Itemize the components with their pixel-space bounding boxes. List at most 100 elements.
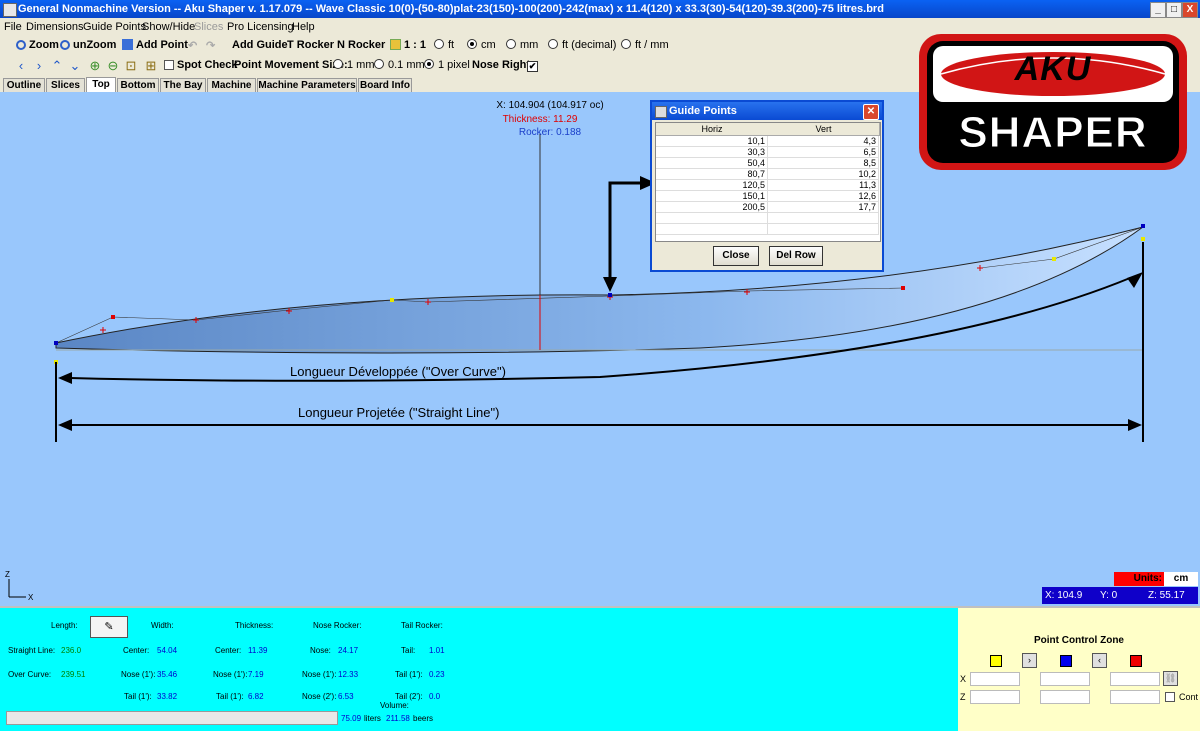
undo-button[interactable]: ↶ bbox=[188, 39, 197, 52]
add-guide-button[interactable]: Add Guide bbox=[232, 39, 288, 51]
units-label: Units: bbox=[1114, 572, 1164, 586]
empty-cell[interactable] bbox=[656, 213, 768, 224]
move-01mm-radio[interactable]: 0.1 mm bbox=[374, 59, 425, 71]
cont-checkbox[interactable] bbox=[1165, 692, 1175, 702]
horiz-cell[interactable]: 50,4 bbox=[656, 158, 768, 169]
unit-mm-radio[interactable]: mm bbox=[506, 39, 538, 51]
menu-dimensions[interactable]: Dimensions bbox=[26, 21, 83, 33]
tab-outline[interactable]: Outline bbox=[3, 78, 45, 92]
thick-nose-value: 7.19 bbox=[248, 670, 264, 679]
menu-guide-points[interactable]: Guide Points bbox=[83, 21, 146, 33]
arrow-up-icon[interactable]: ⌃ bbox=[50, 59, 64, 73]
straight-head-right bbox=[1128, 419, 1142, 431]
vert-cell[interactable]: 12,6 bbox=[768, 191, 879, 202]
vert-cell[interactable]: 8,5 bbox=[768, 158, 879, 169]
add-point-button[interactable]: Add Point bbox=[122, 39, 188, 51]
n-rocker-button[interactable]: N Rocker bbox=[337, 39, 385, 51]
yellow-x-input[interactable] bbox=[970, 672, 1020, 686]
horiz-cell[interactable]: 200,5 bbox=[656, 202, 768, 213]
unit-ft-mm-radio[interactable]: ft / mm bbox=[621, 39, 669, 51]
tab-the-bay[interactable]: The Bay bbox=[160, 78, 206, 92]
minimize-button[interactable]: _ bbox=[1150, 2, 1166, 18]
vert-cell[interactable]: 4,3 bbox=[768, 136, 879, 147]
horiz-cell[interactable]: 80,7 bbox=[656, 169, 768, 180]
close-button[interactable]: Close bbox=[713, 246, 759, 266]
zoom-out-icon[interactable]: ⊖ bbox=[106, 59, 120, 73]
horiz-cell[interactable]: 10,1 bbox=[656, 136, 768, 147]
red-z-input[interactable] bbox=[1110, 690, 1160, 704]
zoom-button[interactable]: Zoom bbox=[16, 39, 59, 51]
link-icon[interactable]: ⛓ bbox=[1163, 671, 1178, 686]
scale-button[interactable]: 1 : 1 bbox=[390, 39, 426, 51]
fit-height-icon[interactable]: ⊞ bbox=[144, 59, 158, 73]
edit-length-button[interactable]: ✎ bbox=[90, 616, 128, 638]
arrow-right-icon[interactable]: › bbox=[32, 59, 46, 73]
horiz-cell[interactable]: 150,1 bbox=[656, 191, 768, 202]
close-window-button[interactable]: X bbox=[1182, 2, 1198, 18]
dialog-title-bar[interactable]: Guide Points ✕ bbox=[652, 102, 882, 120]
del-row-button[interactable]: Del Row bbox=[769, 246, 823, 266]
pencil-icon: ✎ bbox=[104, 621, 114, 633]
point-control-zone: Point Control Zone › ‹ X ⛓ Z Cont bbox=[958, 606, 1200, 731]
guide-points-table[interactable]: Horiz Vert 10,1 4,3 30,3 6,5 50,4 8,5 80,7 10,2… bbox=[655, 122, 881, 242]
vert-cell[interactable]: 6,5 bbox=[768, 147, 879, 158]
blue-point-icon[interactable] bbox=[1060, 655, 1072, 667]
vert-cell[interactable]: 11,3 bbox=[768, 180, 879, 191]
empty-cell[interactable] bbox=[656, 224, 768, 235]
tab-top[interactable]: Top bbox=[86, 77, 116, 93]
unzoom-button[interactable]: unZoom bbox=[60, 39, 116, 51]
menu-show-hide[interactable]: Show/Hide bbox=[142, 21, 195, 33]
unit-ft-decimal-radio[interactable]: ft (decimal) bbox=[548, 39, 616, 51]
nose-rocker-2-value: 6.53 bbox=[338, 692, 354, 701]
unit-cm-radio[interactable]: cm bbox=[467, 39, 496, 51]
column-header-horiz[interactable]: Horiz bbox=[656, 123, 769, 136]
maximize-button[interactable]: □ bbox=[1166, 2, 1182, 18]
t-rocker-button[interactable]: T Rocker bbox=[287, 39, 334, 51]
menu-file[interactable]: File bbox=[4, 21, 22, 33]
spot-check-button[interactable]: Spot Check bbox=[164, 59, 238, 71]
arrow-left-icon[interactable]: ‹ bbox=[14, 59, 28, 73]
zoom-in-icon[interactable]: ⊕ bbox=[88, 59, 102, 73]
tab-bottom[interactable]: Bottom bbox=[117, 78, 159, 92]
redo-icon: ↷ bbox=[206, 40, 216, 52]
fit-width-icon[interactable]: ⊡ bbox=[124, 59, 138, 73]
width-tail-label: Tail (1'): bbox=[124, 692, 152, 701]
blue-z-input[interactable] bbox=[1040, 690, 1090, 704]
redo-button[interactable]: ↷ bbox=[206, 39, 215, 52]
next-point-icon[interactable]: › bbox=[1022, 653, 1037, 668]
empty-cell[interactable] bbox=[768, 213, 879, 224]
unit-ft-radio[interactable]: ft bbox=[434, 39, 454, 51]
horiz-cell[interactable]: 120,5 bbox=[656, 180, 768, 191]
point-movement-label: Point Movement Size: bbox=[234, 59, 348, 71]
vert-cell[interactable]: 17,7 bbox=[768, 202, 879, 213]
blue-x-input[interactable] bbox=[1040, 672, 1090, 686]
arrow-down-icon[interactable]: ⌄ bbox=[68, 59, 82, 73]
dialog-close-icon[interactable]: ✕ bbox=[863, 104, 879, 120]
tail-rocker-2-label: Tail (2'): bbox=[395, 692, 423, 701]
tab-board-info[interactable]: Board Info bbox=[358, 78, 412, 92]
move-1px-radio[interactable]: 1 pixel bbox=[424, 59, 470, 71]
tab-slices[interactable]: Slices bbox=[46, 78, 85, 92]
over-curve-value: 239.51 bbox=[61, 670, 86, 679]
vert-cell[interactable]: 10,2 bbox=[768, 169, 879, 180]
dialog-title: Guide Points bbox=[669, 105, 737, 117]
point-control-title: Point Control Zone bbox=[1034, 635, 1124, 646]
tab-machine-parameters[interactable]: Machine Parameters bbox=[257, 78, 357, 92]
nose-right-checkbox[interactable]: ✔ bbox=[523, 59, 538, 72]
tab-machine[interactable]: Machine bbox=[207, 78, 256, 92]
red-point-icon[interactable] bbox=[1130, 655, 1142, 667]
app-icon bbox=[3, 3, 17, 17]
red-x-input[interactable] bbox=[1110, 672, 1160, 686]
prev-point-icon[interactable]: ‹ bbox=[1092, 653, 1107, 668]
menu-slices[interactable]: Slices bbox=[194, 21, 223, 33]
aku-shaper-logo: AKU SHAPER bbox=[917, 32, 1189, 172]
yellow-z-input[interactable] bbox=[970, 690, 1020, 704]
column-header-vert[interactable]: Vert bbox=[768, 123, 880, 136]
empty-cell[interactable] bbox=[768, 224, 879, 235]
menu-help[interactable]: Help bbox=[292, 21, 315, 33]
horiz-cell[interactable]: 30,3 bbox=[656, 147, 768, 158]
yellow-point-icon[interactable] bbox=[990, 655, 1002, 667]
move-1mm-radio[interactable]: 1 mm bbox=[333, 59, 375, 71]
menu-pro-licensing[interactable]: Pro Licensing bbox=[227, 21, 294, 33]
width-center-label: Center: bbox=[123, 646, 150, 655]
